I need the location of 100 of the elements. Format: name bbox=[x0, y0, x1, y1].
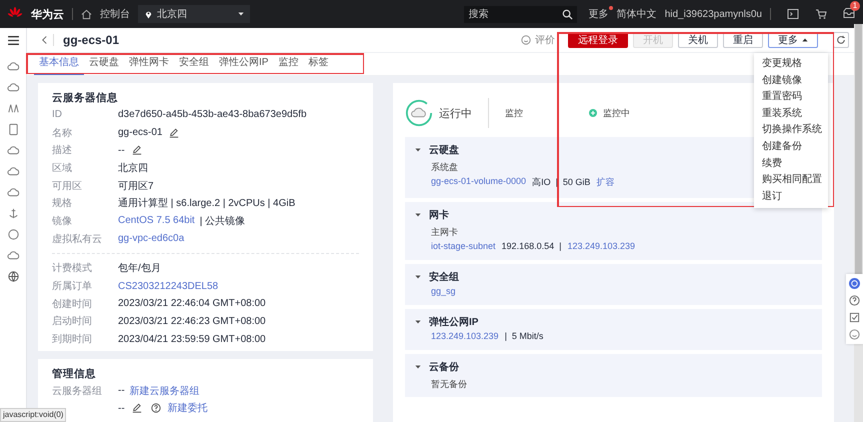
inbox-icon[interactable] bbox=[843, 6, 855, 18]
tab[interactable]: 标签 bbox=[303, 53, 334, 75]
menu-item[interactable]: 重置密码 bbox=[754, 89, 808, 106]
value-link[interactable]: 新建委托 bbox=[168, 401, 208, 416]
chart-icon[interactable] bbox=[6, 102, 20, 115]
menu-item[interactable]: 购买相同配置 bbox=[754, 172, 828, 189]
checklist-icon[interactable] bbox=[849, 312, 860, 323]
value-link[interactable]: CentOS 7.5 64bit bbox=[118, 215, 195, 226]
menu-item[interactable]: 续费 bbox=[754, 156, 788, 172]
field-label: 描述 bbox=[52, 144, 73, 158]
cloud-icon[interactable] bbox=[6, 249, 20, 262]
document-icon[interactable] bbox=[6, 123, 20, 136]
home-icon[interactable] bbox=[81, 8, 92, 20]
edit-icon[interactable] bbox=[132, 145, 142, 156]
value-link[interactable]: CS2303212243DEL58 bbox=[118, 280, 218, 292]
smiley-icon[interactable] bbox=[521, 35, 531, 45]
field-value: | 5 Mbit/s bbox=[504, 331, 544, 341]
collapse-toggle[interactable] bbox=[415, 274, 421, 280]
status-text: 运行中 bbox=[439, 106, 472, 120]
anchor-icon[interactable] bbox=[6, 207, 20, 220]
more-link[interactable]: 更多 bbox=[588, 7, 609, 21]
user-name[interactable]: hid_i39623pamynls0u bbox=[664, 8, 762, 20]
refresh-button[interactable] bbox=[833, 32, 849, 48]
caret-icon bbox=[802, 38, 808, 42]
menu-item[interactable]: 创建备份 bbox=[754, 138, 808, 156]
tab[interactable]: 监控 bbox=[273, 53, 304, 75]
field-label: 计费模式 bbox=[52, 262, 93, 276]
collapse-toggle[interactable] bbox=[415, 364, 421, 370]
value-link[interactable]: 新建云服务器组 bbox=[130, 384, 200, 398]
section-title: 云备份 bbox=[429, 360, 459, 374]
status-bar: javascript:void(0) bbox=[0, 408, 66, 422]
circle-icon[interactable] bbox=[6, 228, 20, 241]
field-value: -- bbox=[118, 144, 125, 156]
rate-link[interactable]: 评价 bbox=[535, 33, 555, 47]
tab[interactable]: 云硬盘 bbox=[84, 53, 124, 75]
field-label: 区域 bbox=[52, 162, 73, 175]
collapse-toggle[interactable] bbox=[415, 147, 421, 153]
field-label: 创建时间 bbox=[52, 298, 93, 311]
collapse-toggle[interactable] bbox=[415, 319, 421, 325]
field-label: 所属订单 bbox=[52, 280, 93, 294]
field-value: 北京四 bbox=[118, 162, 148, 175]
menu-item[interactable]: 重装系统 bbox=[754, 106, 808, 122]
help-icon[interactable] bbox=[150, 403, 161, 414]
field-label: 可用区 bbox=[52, 180, 83, 193]
field-value: -- bbox=[118, 385, 125, 396]
field-value: 192.168.0.54 | bbox=[502, 241, 562, 251]
back-icon[interactable] bbox=[41, 35, 48, 45]
cloud-icon[interactable] bbox=[6, 81, 20, 94]
collapse-toggle[interactable] bbox=[415, 212, 421, 218]
edit-icon[interactable] bbox=[169, 128, 180, 138]
section-title: 云硬盘 bbox=[429, 144, 459, 157]
region-dropdown[interactable]: 北京四 bbox=[138, 5, 250, 23]
value-link[interactable]: gg-ecs-01-volume-0000 bbox=[431, 176, 526, 189]
field-label: ID bbox=[52, 109, 63, 120]
field-value: gg-ecs-01 bbox=[118, 127, 162, 138]
field-value: -- bbox=[118, 402, 125, 414]
field-value: | 公共镜像 bbox=[200, 214, 246, 228]
field-label: 规格 bbox=[52, 196, 73, 210]
cloud-icon[interactable] bbox=[6, 144, 20, 157]
value-link[interactable]: iot-stage-subnet bbox=[431, 241, 496, 251]
terminal-icon[interactable] bbox=[787, 8, 799, 20]
value-link[interactable]: 扩容 bbox=[596, 176, 614, 189]
cloud-icon[interactable] bbox=[6, 165, 20, 178]
field-label: 虚拟私有云 bbox=[52, 232, 103, 246]
tab[interactable]: 安全组 bbox=[174, 53, 214, 75]
cloud-icon[interactable] bbox=[6, 60, 20, 73]
search-icon[interactable] bbox=[562, 8, 573, 20]
menu-item[interactable]: 切换操作系统 bbox=[754, 122, 828, 139]
value-link[interactable]: 123.249.103.239 bbox=[567, 241, 636, 251]
field-label: 云服务器组 bbox=[52, 384, 103, 398]
help-icon[interactable] bbox=[849, 295, 860, 306]
value-link[interactable]: gg_sg bbox=[431, 286, 456, 296]
globe-icon[interactable] bbox=[6, 270, 20, 283]
cloud-icon[interactable] bbox=[6, 186, 20, 199]
search-field[interactable]: 搜索 bbox=[464, 6, 577, 22]
language-link[interactable]: 简体中文 bbox=[616, 7, 657, 21]
value-link[interactable]: gg-vpc-ed6c0a bbox=[118, 233, 184, 244]
cart-icon[interactable] bbox=[815, 8, 827, 20]
support-icon[interactable] bbox=[849, 278, 860, 289]
menu-icon[interactable] bbox=[6, 34, 20, 47]
field-value: 2023/04/21 23:59:59 GMT+08:00 bbox=[118, 334, 266, 345]
console-link[interactable]: 控制台 bbox=[100, 7, 130, 21]
monitor-status: 监控中 bbox=[603, 106, 630, 120]
section-sublabel: 系统盘 bbox=[431, 161, 458, 174]
pin-icon bbox=[144, 10, 153, 18]
card-title: 云服务器信息 bbox=[52, 92, 119, 104]
field-value: 通用计算型 | s6.large.2 | 2vCPUs | 4GiB bbox=[118, 196, 296, 210]
brand-name[interactable]: 华为云 bbox=[31, 6, 64, 22]
edit-icon[interactable] bbox=[132, 403, 142, 414]
tab[interactable]: 弹性公网IP bbox=[214, 53, 274, 75]
field-value: 可用区7 bbox=[118, 180, 154, 193]
menu-item[interactable]: 退订 bbox=[754, 188, 788, 206]
tab[interactable]: 弹性网卡 bbox=[124, 53, 174, 75]
value-link[interactable]: 123.249.103.239 bbox=[431, 331, 499, 341]
section-sublabel: 主网卡 bbox=[431, 226, 458, 239]
scrollbar-thumb[interactable] bbox=[855, 24, 862, 274]
smiley-icon[interactable] bbox=[849, 329, 860, 340]
menu-item[interactable]: 创建镜像 bbox=[754, 72, 808, 90]
field-label: 到期时间 bbox=[52, 332, 93, 346]
menu-item[interactable]: 变更规格 bbox=[754, 56, 808, 73]
